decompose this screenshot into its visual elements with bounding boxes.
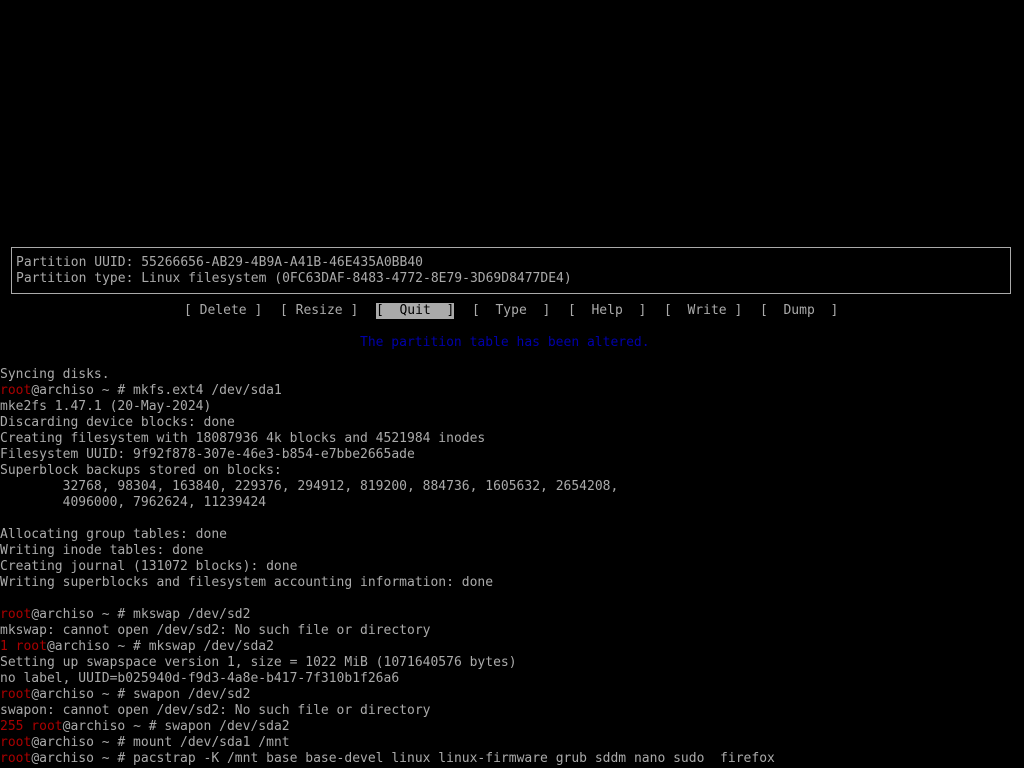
status-message: The partition table has been altered.: [360, 335, 650, 350]
prompt-user: root: [0, 383, 32, 398]
partition-type-line: Partition type: Linux filesystem (0FC63D…: [16, 271, 572, 286]
terminal-line: Creating filesystem with 18087936 4k blo…: [0, 431, 486, 446]
terminal-line: Discarding device blocks: done: [0, 415, 235, 430]
resize-button[interactable]: [ Resize ]: [280, 303, 358, 319]
prompt-command: @archiso ~ # swapon /dev/sda2: [62, 719, 290, 734]
terminal-line: no label, UUID=b025940d-f9d3-4a8e-b417-7…: [0, 671, 400, 686]
prompt-command: @archiso ~ # mkswap /dev/sda2: [46, 639, 274, 654]
prompt-user: 255 root: [0, 719, 63, 734]
partition-info-box: Partition UUID: 55266656-AB29-4B9A-A41B-…: [11, 247, 1011, 294]
terminal-line: 4096000, 7962624, 11239424: [0, 495, 267, 510]
terminal-line: Writing superblocks and filesystem accou…: [0, 575, 494, 590]
dump-button[interactable]: [ Dump ]: [760, 303, 838, 319]
help-button[interactable]: [ Help ]: [568, 303, 646, 319]
terminal-line: swapon: cannot open /dev/sd2: No such fi…: [0, 703, 431, 718]
prompt-command: @archiso ~ # swapon /dev/sd2: [31, 687, 251, 702]
terminal-prompt-line: root@archiso ~ # mkfs.ext4 /dev/sda1: [0, 383, 282, 399]
terminal-prompt-line: 1 root@archiso ~ # mkswap /dev/sda2: [0, 639, 274, 655]
prompt-user: root: [0, 735, 32, 750]
terminal-line: Superblock backups stored on blocks:: [0, 463, 282, 478]
type-button[interactable]: [ Type ]: [472, 303, 550, 319]
quit-button[interactable]: [ Quit ]: [376, 303, 455, 319]
partition-uuid-line: Partition UUID: 55266656-AB29-4B9A-A41B-…: [16, 255, 423, 270]
terminal-screen[interactable]: Partition UUID: 55266656-AB29-4B9A-A41B-…: [0, 0, 1024, 768]
terminal-line: Filesystem UUID: 9f92f878-307e-46e3-b854…: [0, 447, 415, 462]
prompt-command: @archiso ~ # mkfs.ext4 /dev/sda1: [31, 383, 282, 398]
terminal-prompt-line: 255 root@archiso ~ # swapon /dev/sda2: [0, 719, 290, 735]
terminal-prompt-line: root@archiso ~ # mkswap /dev/sd2: [0, 607, 250, 623]
terminal-prompt-line: root@archiso ~ # mount /dev/sda1 /mnt: [0, 735, 290, 751]
prompt-command: @archiso ~ # mount /dev/sda1 /mnt: [31, 735, 290, 750]
terminal-line: Setting up swapspace version 1, size = 1…: [0, 655, 517, 670]
terminal-prompt-line: root@archiso ~ # pacstrap -K /mnt base b…: [0, 751, 775, 767]
terminal-line: Creating journal (131072 blocks): done: [0, 559, 298, 574]
prompt-user: root: [0, 751, 32, 766]
terminal-prompt-line: root@archiso ~ # swapon /dev/sd2: [0, 687, 250, 703]
terminal-line: 32768, 98304, 163840, 229376, 294912, 81…: [0, 479, 619, 494]
terminal-line: Allocating group tables: done: [0, 527, 227, 542]
terminal-line: mke2fs 1.47.1 (20-May-2024): [0, 399, 212, 414]
terminal-line: mkswap: cannot open /dev/sd2: No such fi…: [0, 623, 431, 638]
write-button[interactable]: [ Write ]: [664, 303, 742, 319]
prompt-command: @archiso ~ # pacstrap -K /mnt base base-…: [31, 751, 775, 766]
terminal-line: Syncing disks.: [0, 367, 110, 382]
terminal-line: Writing inode tables: done: [0, 543, 204, 558]
prompt-command: @archiso ~ # mkswap /dev/sd2: [31, 607, 251, 622]
prompt-user: root: [0, 607, 32, 622]
prompt-user: 1 root: [0, 639, 47, 654]
prompt-user: root: [0, 687, 32, 702]
fdisk-menu-bar: [ Delete ] [ Resize ] [ Quit ] [ Type ] …: [0, 303, 1024, 319]
delete-button[interactable]: [ Delete ]: [184, 303, 262, 319]
